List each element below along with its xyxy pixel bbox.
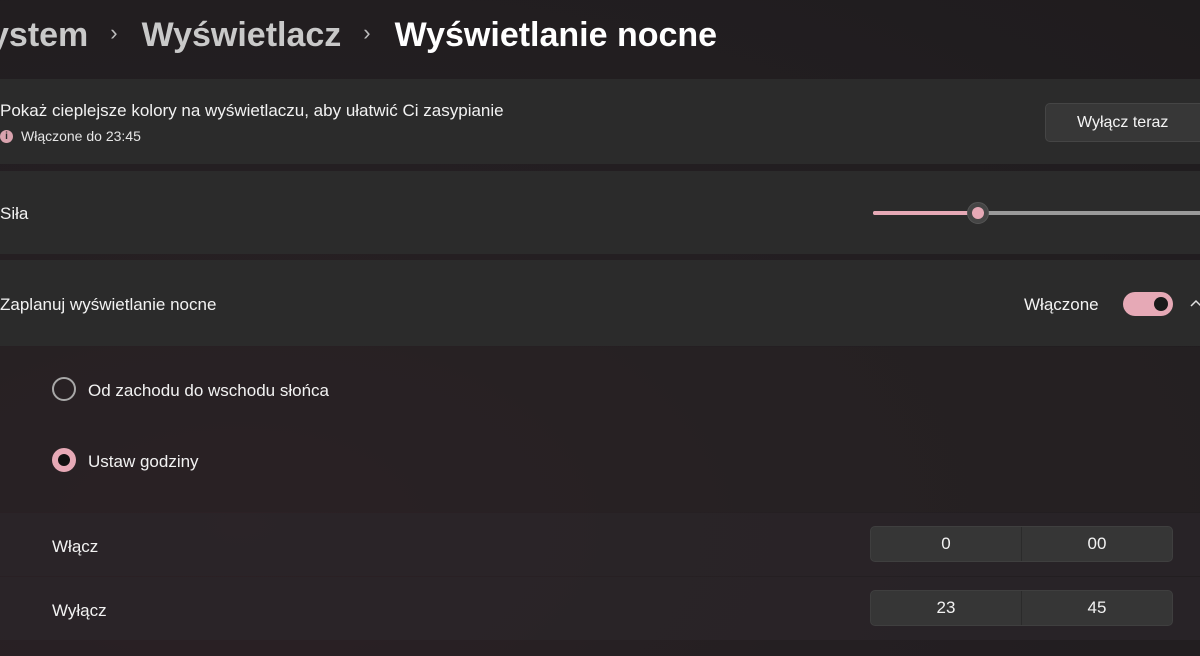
schedule-card[interactable]: Zaplanuj wyświetlanie nocne Włączone: [0, 260, 1200, 346]
radio-selected-dot: [58, 454, 70, 466]
turn-off-label: Wyłącz: [52, 601, 107, 620]
schedule-options: Od zachodu do wschodu słońca Ustaw godzi…: [0, 347, 1200, 512]
turn-on-time-picker[interactable]: 0 00: [870, 526, 1173, 562]
schedule-toggle-state: Włączone: [1024, 295, 1099, 314]
schedule-toggle[interactable]: [1123, 292, 1173, 316]
strength-slider-fill: [873, 211, 979, 215]
schedule-label: Zaplanuj wyświetlanie nocne: [0, 295, 217, 314]
radio-sunset-to-sunrise[interactable]: [52, 377, 76, 401]
turn-off-time-row: Wyłącz 23 45: [0, 577, 1200, 640]
slider-thumb-dot: [972, 207, 985, 219]
turn-off-now-button[interactable]: Wyłącz teraz: [1045, 103, 1200, 142]
turn-on-minute[interactable]: 00: [1021, 527, 1172, 561]
turn-off-minute[interactable]: 45: [1021, 591, 1172, 625]
chevron-right-icon: ›: [363, 20, 371, 45]
strength-card: Siła: [0, 171, 1200, 254]
radio-set-hours[interactable]: [52, 448, 76, 472]
turn-off-hour[interactable]: 23: [871, 591, 1021, 625]
chevron-right-icon: ›: [110, 20, 118, 45]
turn-off-time-picker[interactable]: 23 45: [870, 590, 1173, 626]
breadcrumb-display[interactable]: Wyświetlacz: [142, 16, 342, 55]
breadcrumb: ystem › Wyświetlacz › Wyświetlanie nocne: [0, 0, 1200, 70]
page-title: Wyświetlanie nocne: [394, 15, 718, 54]
status-line: i Włączone do 23:45: [0, 128, 141, 144]
strength-slider[interactable]: [873, 202, 1200, 224]
turn-on-time-row: Włącz 0 00: [0, 513, 1200, 576]
strength-label: Siła: [0, 204, 29, 223]
turn-on-hour[interactable]: 0: [871, 527, 1021, 561]
strength-slider-thumb[interactable]: [967, 202, 990, 224]
turn-on-label: Włącz: [52, 537, 99, 556]
chevron-up-icon[interactable]: [1190, 298, 1200, 310]
status-text: Włączone do 23:45: [21, 128, 141, 144]
status-description: Pokaż cieplejsze kolory na wyświetlaczu,…: [0, 101, 504, 120]
breadcrumb-system[interactable]: ystem: [0, 16, 88, 55]
radio-label-sunset-to-sunrise[interactable]: Od zachodu do wschodu słońca: [88, 381, 329, 401]
radio-label-set-hours[interactable]: Ustaw godziny: [88, 452, 199, 472]
info-icon: i: [0, 129, 13, 143]
night-light-status-card: Pokaż cieplejsze kolory na wyświetlaczu,…: [0, 79, 1200, 164]
toggle-knob: [1154, 297, 1168, 311]
